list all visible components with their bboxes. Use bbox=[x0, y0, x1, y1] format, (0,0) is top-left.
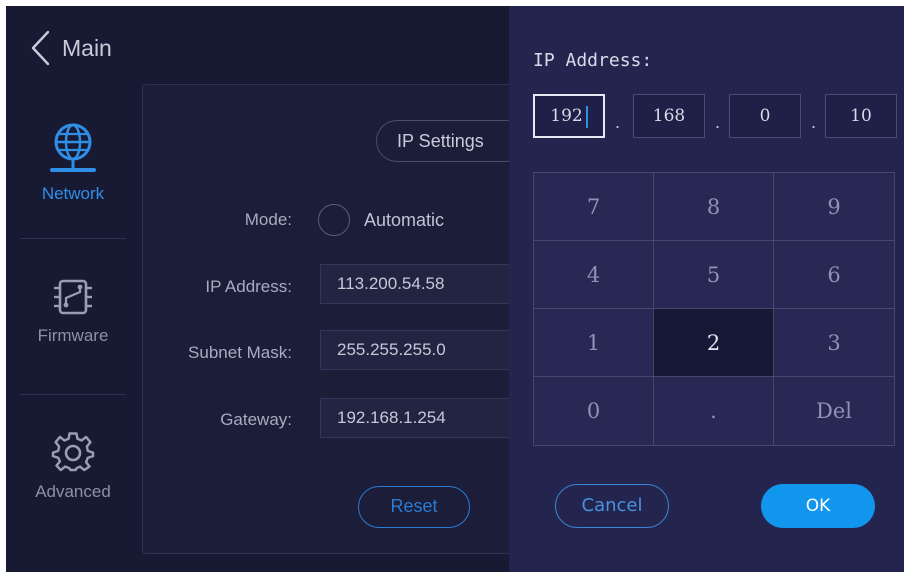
octet-2-input[interactable]: 168 bbox=[633, 94, 705, 138]
octet-1-input[interactable]: 192 bbox=[533, 94, 605, 138]
numeric-keypad: 7 8 9 4 5 6 1 2 3 0 . Del bbox=[533, 172, 895, 446]
key-1[interactable]: 1 bbox=[534, 309, 654, 377]
octet-separator: . bbox=[715, 112, 721, 132]
nav-divider bbox=[20, 238, 126, 239]
gear-icon bbox=[51, 432, 95, 472]
key-2[interactable]: 2 bbox=[654, 309, 774, 377]
key-0[interactable]: 0 bbox=[534, 377, 654, 445]
key-5[interactable]: 5 bbox=[654, 241, 774, 309]
nav-firmware[interactable]: Firmware bbox=[18, 274, 128, 346]
nav-network[interactable]: Network bbox=[18, 120, 128, 204]
nav-advanced[interactable]: Advanced bbox=[18, 430, 128, 502]
nav-network-label: Network bbox=[41, 184, 105, 203]
key-3[interactable]: 3 bbox=[774, 309, 894, 377]
gateway-label: Gateway: bbox=[220, 410, 292, 429]
mode-label: Mode: bbox=[244, 210, 292, 229]
octet-1-value: 192 bbox=[550, 106, 583, 126]
octet-separator: . bbox=[811, 112, 817, 132]
key-9[interactable]: 9 bbox=[774, 173, 894, 241]
key-dot[interactable]: . bbox=[654, 377, 774, 445]
device-screen: Main Network Firmware Advanced IP Settin… bbox=[6, 6, 904, 572]
octet-4-input[interactable]: 10 bbox=[825, 94, 897, 138]
nav-advanced-label: Advanced bbox=[35, 482, 111, 501]
tab-ip-settings[interactable]: IP Settings bbox=[376, 120, 526, 162]
reset-button[interactable]: Reset bbox=[358, 486, 470, 528]
subnet-mask-label: Subnet Mask: bbox=[188, 343, 292, 362]
ok-button[interactable]: OK bbox=[761, 484, 875, 528]
key-6[interactable]: 6 bbox=[774, 241, 894, 309]
globe-network-icon bbox=[50, 123, 96, 172]
chip-icon bbox=[54, 279, 92, 315]
key-7[interactable]: 7 bbox=[534, 173, 654, 241]
chevron-left-icon bbox=[31, 30, 50, 66]
text-caret bbox=[585, 105, 588, 128]
ip-address-field[interactable]: 113.200.54.58 bbox=[320, 264, 520, 304]
nav-divider bbox=[20, 394, 126, 395]
subnet-mask-field[interactable]: 255.255.255.0 bbox=[320, 330, 520, 370]
nav-firmware-label: Firmware bbox=[37, 326, 109, 345]
octet-3-input[interactable]: 0 bbox=[729, 94, 801, 138]
ip-address-label: IP Address: bbox=[205, 277, 292, 296]
gateway-field[interactable]: 192.168.1.254 bbox=[320, 398, 520, 438]
ip-address-dialog: IP Address: 192 . 168 . 0 . 10 7 8 9 4 5… bbox=[509, 6, 904, 572]
back-label: Main bbox=[62, 34, 112, 61]
key-4[interactable]: 4 bbox=[534, 241, 654, 309]
dialog-title: IP Address: bbox=[533, 50, 653, 71]
octet-separator: . bbox=[615, 112, 621, 132]
cancel-button[interactable]: Cancel bbox=[555, 484, 669, 528]
back-button[interactable]: Main bbox=[30, 30, 112, 66]
mode-radio[interactable] bbox=[318, 204, 350, 236]
mode-value: Automatic bbox=[364, 210, 445, 230]
key-delete[interactable]: Del bbox=[774, 377, 894, 445]
key-8[interactable]: 8 bbox=[654, 173, 774, 241]
